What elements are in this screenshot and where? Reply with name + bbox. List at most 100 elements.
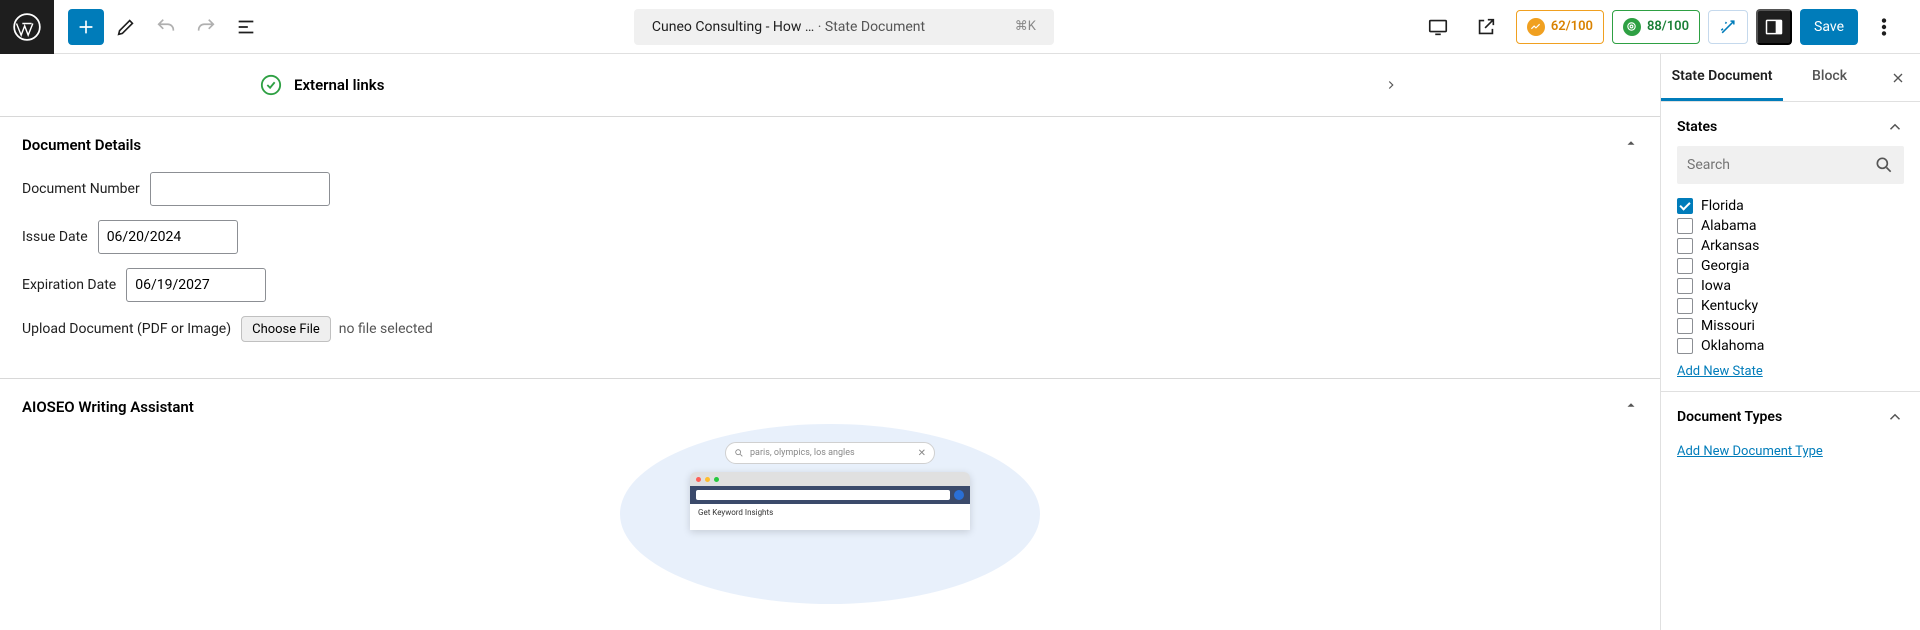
edit-tools-button[interactable] — [108, 9, 144, 45]
open-external-button[interactable] — [1468, 9, 1504, 45]
states-list: Florida Alabama Arkansas Georgia Iowa Kentuck… — [1677, 196, 1904, 356]
state-label[interactable]: Iowa — [1701, 278, 1731, 294]
aioseo-assistant-panel: AIOSEO Writing Assistant paris, olympics… — [0, 378, 1660, 530]
target-icon — [1623, 18, 1641, 36]
state-checkbox[interactable] — [1677, 198, 1693, 214]
state-item: Missouri — [1677, 316, 1904, 336]
tab-state-document[interactable]: State Document — [1661, 54, 1783, 101]
readability-score-badge[interactable]: 88/100 — [1612, 10, 1700, 44]
state-item: Oklahoma — [1677, 336, 1904, 356]
state-checkbox[interactable] — [1677, 278, 1693, 294]
document-title-pill[interactable]: Cuneo Consulting - How … · State Documen… — [634, 9, 1054, 45]
state-item: Iowa — [1677, 276, 1904, 296]
document-types-header[interactable]: Document Types — [1677, 408, 1904, 426]
choose-file-button[interactable]: Choose File — [241, 316, 331, 342]
assistant-illustration: paris, olympics, los angles ✕ Get Keywor… — [0, 434, 1660, 530]
upload-label: Upload Document (PDF or Image) — [22, 321, 231, 337]
state-label[interactable]: Georgia — [1701, 258, 1749, 274]
ai-wand-button[interactable] — [1708, 10, 1748, 44]
seo-score-value: 62/100 — [1551, 19, 1593, 34]
chevron-right-icon — [1384, 77, 1400, 93]
state-checkbox[interactable] — [1677, 338, 1693, 354]
aioseo-assistant-header[interactable]: AIOSEO Writing Assistant — [0, 379, 1660, 434]
top-toolbar: Cuneo Consulting - How … · State Documen… — [0, 0, 1920, 54]
state-checkbox[interactable] — [1677, 318, 1693, 334]
readability-score-value: 88/100 — [1647, 19, 1689, 34]
title-bar: Cuneo Consulting - How … · State Documen… — [268, 9, 1420, 45]
add-block-button[interactable] — [68, 9, 104, 45]
settings-sidebar: State Document Block States Florida Alaba… — [1660, 54, 1920, 630]
state-item: Kentucky — [1677, 296, 1904, 316]
document-details-header[interactable]: Document Details — [0, 117, 1660, 172]
upload-row: Upload Document (PDF or Image) Choose Fi… — [22, 316, 1638, 342]
states-search — [1677, 146, 1904, 184]
chevron-up-icon — [1886, 118, 1904, 136]
state-label[interactable]: Florida — [1701, 198, 1744, 214]
seo-score-badge[interactable]: 62/100 — [1516, 10, 1604, 44]
more-options-button[interactable] — [1866, 9, 1902, 45]
expiration-date-label: Expiration Date — [22, 277, 116, 293]
save-button[interactable]: Save — [1800, 9, 1858, 45]
tab-block[interactable]: Block — [1783, 54, 1876, 101]
document-types-section: Document Types Add New Document Type — [1661, 392, 1920, 471]
right-toolbar: 62/100 88/100 Save — [1420, 9, 1906, 45]
external-links-row[interactable]: External links — [0, 54, 1660, 116]
add-new-document-type-link[interactable]: Add New Document Type — [1677, 444, 1823, 459]
issue-date-input[interactable] — [98, 220, 238, 254]
search-icon — [734, 448, 744, 458]
wordpress-logo[interactable] — [0, 0, 54, 54]
view-button[interactable] — [1420, 9, 1456, 45]
state-label[interactable]: Arkansas — [1701, 238, 1759, 254]
check-circle-icon — [260, 74, 282, 96]
doc-number-input[interactable] — [150, 172, 330, 206]
file-status-label: no file selected — [339, 321, 433, 337]
content-area: External links Document Details Document… — [0, 54, 1660, 630]
state-checkbox[interactable] — [1677, 258, 1693, 274]
command-shortcut: ⌘K — [1015, 19, 1036, 34]
states-title: States — [1677, 119, 1717, 135]
document-details-panel: Document Details Document Number Issue D… — [0, 116, 1660, 378]
document-title: Cuneo Consulting - How … — [652, 19, 814, 35]
mock-search-pill: paris, olympics, los angles ✕ — [725, 442, 935, 464]
trend-icon — [1527, 18, 1545, 36]
states-search-input[interactable] — [1687, 157, 1874, 173]
state-checkbox[interactable] — [1677, 298, 1693, 314]
state-label[interactable]: Kentucky — [1701, 298, 1758, 314]
mock-search-text: paris, olympics, los angles — [750, 448, 855, 458]
state-label[interactable]: Alabama — [1701, 218, 1757, 234]
document-type-label: · State Document — [818, 19, 925, 35]
collapse-up-icon — [1624, 135, 1638, 154]
close-sidebar-button[interactable] — [1876, 54, 1920, 101]
add-new-state-link[interactable]: Add New State — [1677, 364, 1763, 379]
redo-button[interactable] — [188, 9, 224, 45]
collapse-up-icon — [1624, 397, 1638, 416]
issue-date-row: Issue Date — [22, 220, 1638, 254]
state-checkbox[interactable] — [1677, 218, 1693, 234]
close-icon: ✕ — [918, 448, 926, 459]
state-item: Arkansas — [1677, 236, 1904, 256]
chevron-up-icon — [1886, 408, 1904, 426]
doc-number-row: Document Number — [22, 172, 1638, 206]
document-overview-button[interactable] — [228, 9, 264, 45]
mock-browser-window: Get Keyword Insights — [690, 472, 970, 530]
document-details-body: Document Number Issue Date Expiration Da… — [0, 172, 1660, 378]
document-details-title: Document Details — [22, 136, 141, 154]
sidebar-toggle-button[interactable] — [1756, 9, 1792, 45]
expiration-date-row: Expiration Date — [22, 268, 1638, 302]
state-checkbox[interactable] — [1677, 238, 1693, 254]
state-item: Alabama — [1677, 216, 1904, 236]
search-icon — [1874, 155, 1894, 175]
states-section: States Florida Alabama Arkansas Georgia Iowa… — [1661, 102, 1920, 392]
states-section-header[interactable]: States — [1677, 118, 1904, 136]
expiration-date-input[interactable] — [126, 268, 266, 302]
state-item: Florida — [1677, 196, 1904, 216]
mock-body-line: Get Keyword Insights — [698, 508, 962, 517]
issue-date-label: Issue Date — [22, 229, 88, 245]
sidebar-tabs: State Document Block — [1661, 54, 1920, 102]
undo-button[interactable] — [148, 9, 184, 45]
external-links-label: External links — [294, 76, 1372, 94]
state-label[interactable]: Missouri — [1701, 318, 1755, 334]
state-label[interactable]: Oklahoma — [1701, 338, 1764, 354]
main-area: External links Document Details Document… — [0, 54, 1920, 630]
doc-number-label: Document Number — [22, 181, 140, 197]
